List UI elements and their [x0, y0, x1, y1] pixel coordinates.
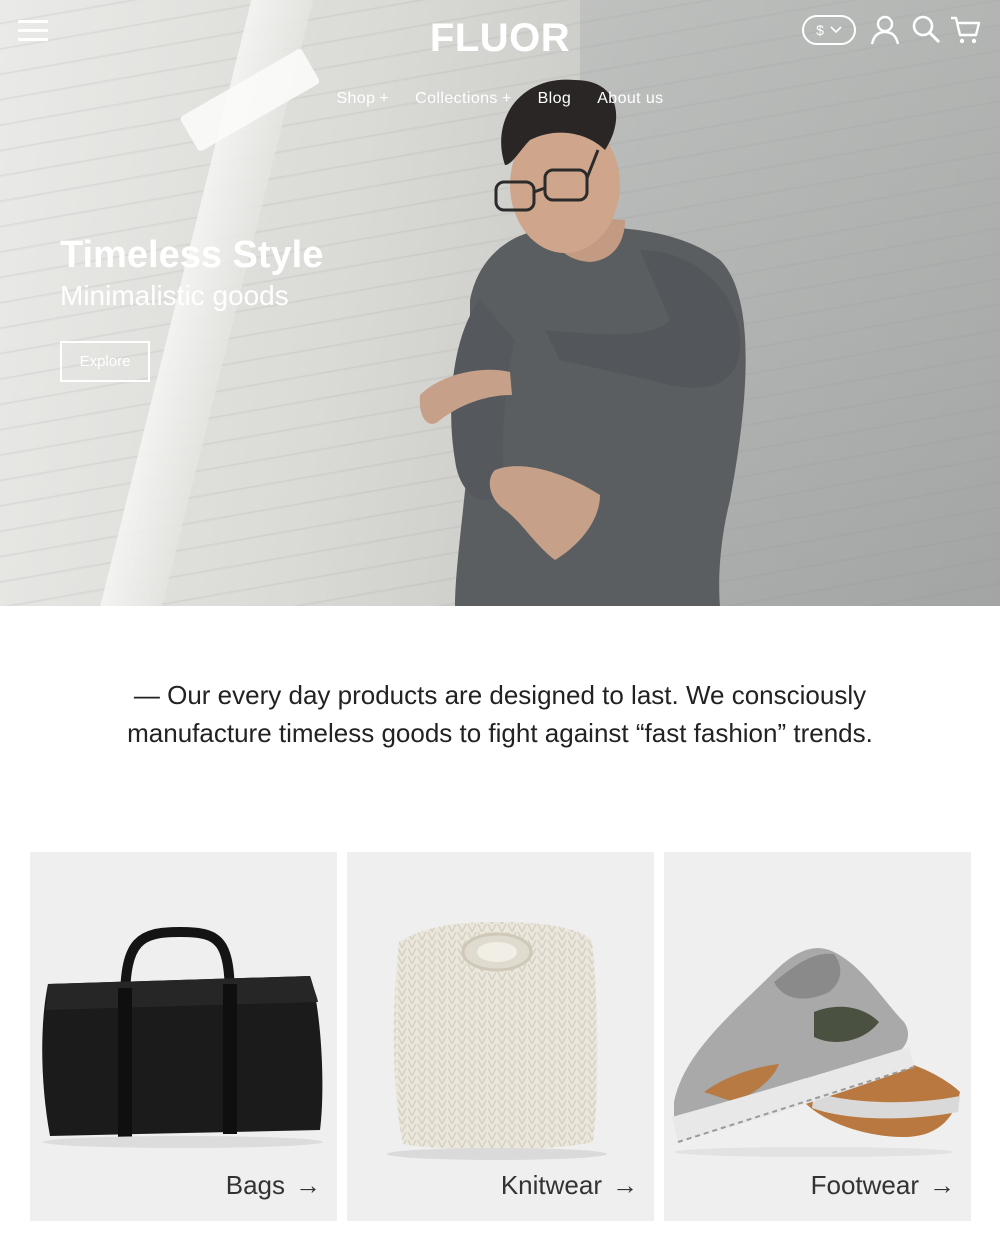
- footwear-product-image: [672, 948, 960, 1157]
- category-name: Knitwear: [500, 1170, 602, 1200]
- hero-title: Timeless Style: [60, 234, 324, 276]
- main-navigation: Shop + Collections + Blog About us: [0, 90, 1000, 108]
- plus-icon: +: [379, 90, 390, 107]
- category-label: Knitwear →: [501, 1170, 638, 1201]
- intro-statement: — Our every day products are designed to…: [0, 676, 1000, 752]
- nav-item-shop[interactable]: Shop +: [336, 90, 389, 108]
- intro-line-2: manufacture timeless goods to fight agai…: [127, 718, 873, 748]
- search-icon[interactable]: [910, 14, 942, 46]
- arrow-right-icon: →: [929, 1170, 955, 1200]
- nav-item-collections[interactable]: Collections +: [415, 90, 511, 108]
- category-card-footwear[interactable]: Footwear →: [664, 852, 971, 1221]
- nav-item-label: Blog: [537, 90, 572, 107]
- category-name: Bags: [225, 1170, 285, 1200]
- arrow-right-icon: →: [295, 1170, 321, 1200]
- user-icon[interactable]: [869, 14, 901, 46]
- bag-product-image: [42, 926, 323, 1148]
- chevron-down-icon: [830, 26, 842, 34]
- currency-symbol: $: [816, 22, 824, 38]
- intro-line-1: — Our every day products are designed to…: [133, 680, 867, 710]
- currency-selector[interactable]: $: [802, 15, 856, 45]
- arrow-right-icon: →: [612, 1170, 638, 1200]
- explore-button[interactable]: Explore: [60, 341, 150, 382]
- nav-item-about-us[interactable]: About us: [597, 90, 663, 108]
- nav-item-label: Collections: [415, 90, 498, 107]
- nav-item-label: Shop: [336, 90, 376, 107]
- cart-icon[interactable]: [950, 14, 982, 46]
- plus-icon: +: [501, 90, 512, 107]
- nav-item-label: About us: [597, 90, 664, 107]
- hero-subtitle: Minimalistic goods: [60, 280, 289, 311]
- category-label: Bags →: [226, 1170, 321, 1201]
- category-card-knitwear[interactable]: Knitwear →: [347, 852, 654, 1221]
- category-name: Footwear: [810, 1170, 919, 1200]
- knitwear-product-image: [387, 922, 607, 1160]
- category-label: Footwear →: [811, 1170, 955, 1201]
- hero-banner: FLUOR $ Shop + Collections + Blog About us…: [0, 0, 1000, 606]
- category-card-bags[interactable]: Bags →: [30, 852, 337, 1221]
- nav-item-blog[interactable]: Blog: [538, 90, 572, 108]
